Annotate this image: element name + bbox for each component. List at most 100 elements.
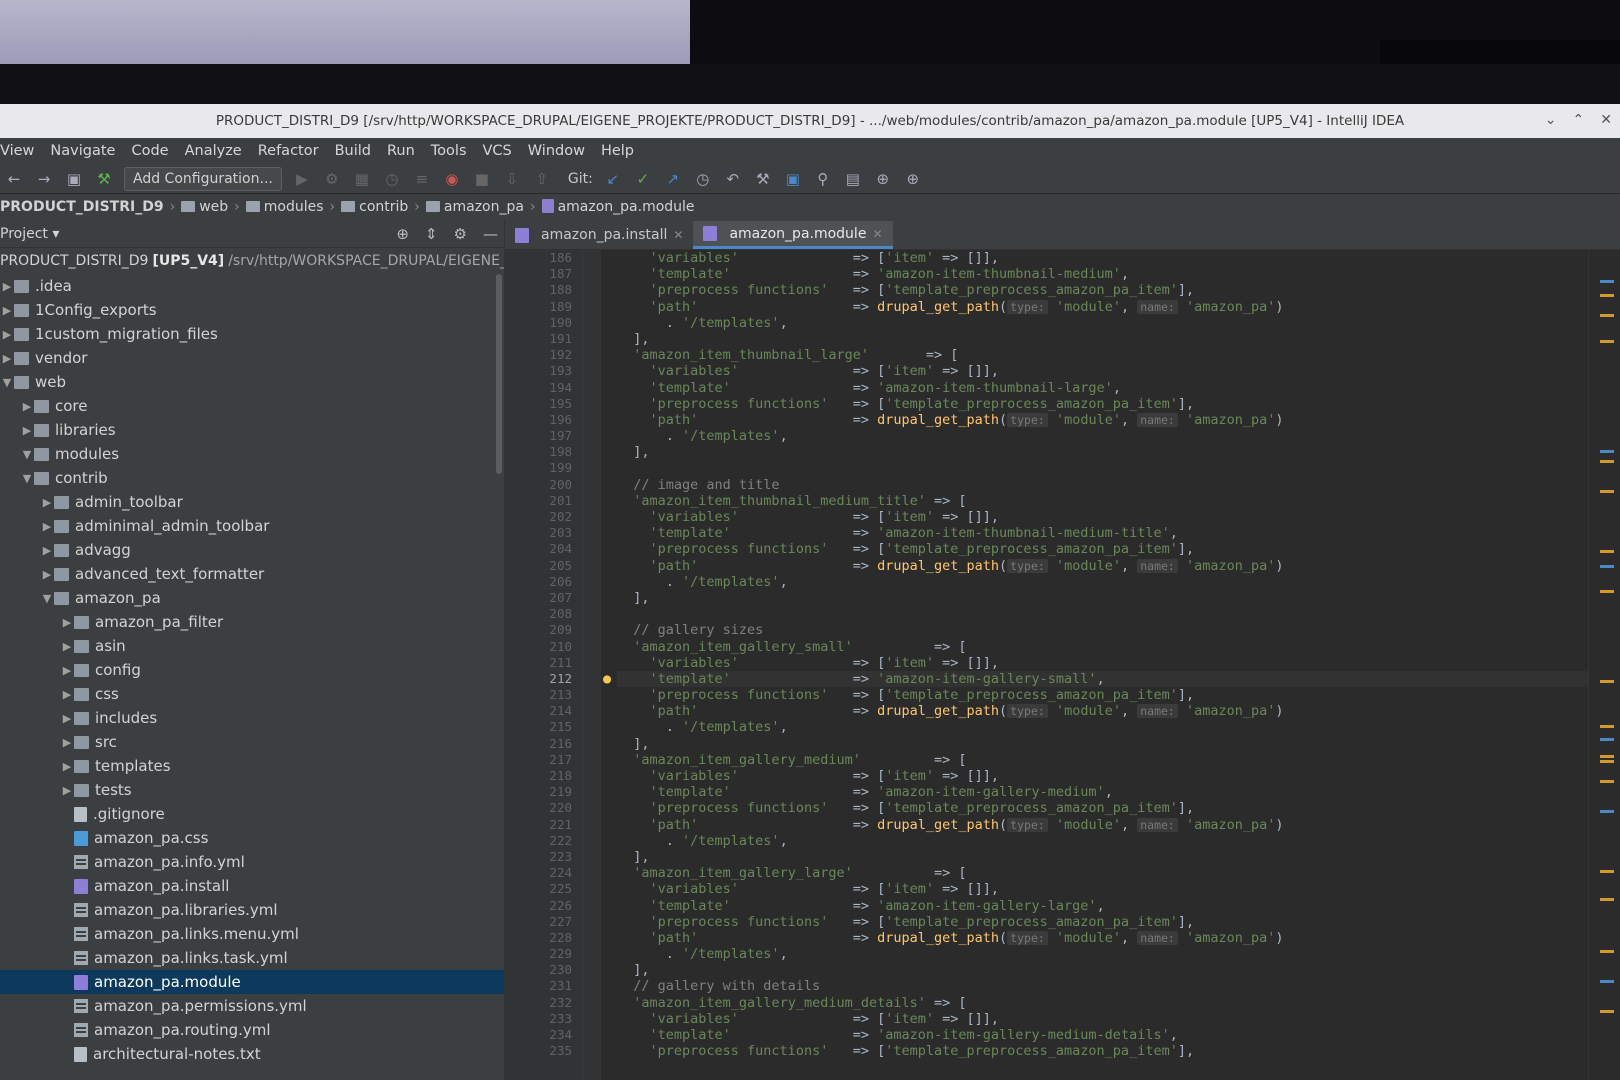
intention-bulb-icon[interactable]: ● xyxy=(603,671,611,687)
editor-tab[interactable]: amazon_pa.install ✕ xyxy=(505,221,693,249)
tree-item[interactable]: ▶ templates xyxy=(0,754,504,778)
menu-window[interactable]: Window xyxy=(528,143,585,159)
error-stripe-marker[interactable] xyxy=(1600,294,1614,297)
run-concurrent-icon[interactable]: ≡ xyxy=(412,169,432,189)
debug-icon[interactable]: ⚙ xyxy=(322,169,342,189)
tree-item[interactable]: ▶ src xyxy=(0,730,504,754)
tree-item[interactable]: ▶ asin xyxy=(0,634,504,658)
tree-item[interactable]: ▶ libraries xyxy=(0,418,504,442)
error-stripe-marker[interactable] xyxy=(1600,565,1614,568)
search-icon[interactable]: ⚲ xyxy=(813,169,833,189)
stop-icon[interactable]: ■ xyxy=(472,169,492,189)
menu-analyze[interactable]: Analyze xyxy=(185,143,242,159)
tree-item[interactable]: ▶ core xyxy=(0,394,504,418)
collapsed-arrow-icon[interactable]: ▶ xyxy=(40,568,54,581)
collapsed-arrow-icon[interactable]: ▶ xyxy=(20,400,34,413)
tree-item[interactable]: ▶ includes xyxy=(0,706,504,730)
upload-icon[interactable]: ⇧ xyxy=(532,169,552,189)
expanded-arrow-icon[interactable]: ▼ xyxy=(20,472,34,485)
error-stripe-marker[interactable] xyxy=(1600,950,1614,953)
gear-icon[interactable]: ⚙ xyxy=(454,225,467,243)
menu-vcs[interactable]: VCS xyxy=(483,143,512,159)
tree-item[interactable]: amazon_pa.libraries.yml xyxy=(0,898,504,922)
breadcrumb-item[interactable]: modules xyxy=(245,199,324,215)
breadcrumb-item[interactable]: contrib xyxy=(341,199,408,215)
profile-icon[interactable]: ◷ xyxy=(382,169,402,189)
error-stripe-marker[interactable] xyxy=(1600,1010,1614,1013)
coverage-icon[interactable]: ▦ xyxy=(352,169,372,189)
breadcrumb-item[interactable]: web xyxy=(181,199,228,215)
git-commit-icon[interactable]: ✓ xyxy=(633,169,653,189)
git-push-icon[interactable]: ↗ xyxy=(663,169,683,189)
download-icon[interactable]: ⇩ xyxy=(502,169,522,189)
collapsed-arrow-icon[interactable]: ▶ xyxy=(60,712,74,725)
collapsed-arrow-icon[interactable]: ▶ xyxy=(60,616,74,629)
breadcrumb-item[interactable]: PRODUCT_DISTRI_D9 xyxy=(0,199,164,215)
error-stripe-marker[interactable] xyxy=(1600,780,1614,783)
error-stripe-marker[interactable] xyxy=(1600,680,1614,683)
tree-item[interactable]: ▶ amazon_pa_filter xyxy=(0,610,504,634)
tree-item[interactable]: ▼ amazon_pa xyxy=(0,586,504,610)
error-stripe-marker[interactable] xyxy=(1600,810,1614,813)
tree-item[interactable]: amazon_pa.links.task.yml xyxy=(0,946,504,970)
tree-item[interactable]: ▼ web xyxy=(0,370,504,394)
error-stripe-marker[interactable] xyxy=(1600,460,1614,463)
menu-build[interactable]: Build xyxy=(335,143,371,159)
project-folder-icon[interactable]: ▣ xyxy=(783,169,803,189)
breadcrumb-item[interactable]: amazon_pa.module xyxy=(541,199,695,215)
tasks-icon[interactable]: ▤ xyxy=(843,169,863,189)
menu-tools[interactable]: Tools xyxy=(431,143,467,159)
tree-item[interactable]: ▶ vendor xyxy=(0,346,504,370)
tree-item[interactable]: architectural-notes.txt xyxy=(0,1042,504,1066)
tree-item[interactable]: amazon_pa.links.menu.yml xyxy=(0,922,504,946)
tree-item[interactable]: ▶ .idea xyxy=(0,274,504,298)
tree-item[interactable]: ▶ admin_toolbar xyxy=(0,490,504,514)
menu-view[interactable]: View xyxy=(0,143,34,159)
project-structure-icon[interactable]: ▣ xyxy=(64,169,84,189)
tree-item[interactable]: ▶ css xyxy=(0,682,504,706)
tree-item[interactable]: amazon_pa.install xyxy=(0,874,504,898)
collapse-all-icon[interactable]: ⇕ xyxy=(425,225,438,243)
collapsed-arrow-icon[interactable]: ▶ xyxy=(40,544,54,557)
close-tab-icon[interactable]: ✕ xyxy=(673,228,683,242)
build-hammer-icon[interactable]: ⚒ xyxy=(94,169,114,189)
tree-item[interactable]: ▶ 1Config_exports xyxy=(0,298,504,322)
collapsed-arrow-icon[interactable]: ▶ xyxy=(60,640,74,653)
error-stripe-marker[interactable] xyxy=(1600,590,1614,593)
locate-icon[interactable]: ⊕ xyxy=(396,225,409,243)
tree-item[interactable]: ▼ modules xyxy=(0,442,504,466)
error-stripe-marker[interactable] xyxy=(1600,550,1614,553)
expanded-arrow-icon[interactable]: ▼ xyxy=(0,376,14,389)
close-icon[interactable]: ✕ xyxy=(1600,112,1612,128)
crosshair-icon[interactable]: ⊕ xyxy=(903,169,923,189)
hide-icon[interactable]: — xyxy=(483,225,498,243)
breadcrumb-item[interactable]: amazon_pa xyxy=(425,199,524,215)
tree-item[interactable]: ▶ advagg xyxy=(0,538,504,562)
settings-wrench-icon[interactable]: ⚒ xyxy=(753,169,773,189)
error-stripe-marker[interactable] xyxy=(1600,738,1614,741)
error-stripe-marker[interactable] xyxy=(1600,340,1614,343)
tree-item[interactable]: ▼ contrib xyxy=(0,466,504,490)
error-stripe-marker[interactable] xyxy=(1600,760,1614,763)
error-stripe-marker[interactable] xyxy=(1600,314,1614,317)
close-tab-icon[interactable]: ✕ xyxy=(872,227,882,241)
project-scrollbar[interactable] xyxy=(496,274,502,474)
menu-code[interactable]: Code xyxy=(131,143,168,159)
run-icon[interactable]: ▶ xyxy=(292,169,312,189)
error-stripe-marker[interactable] xyxy=(1600,450,1614,453)
collapsed-arrow-icon[interactable]: ▶ xyxy=(40,520,54,533)
tree-item[interactable]: ▶ 1custom_migration_files xyxy=(0,322,504,346)
tree-item[interactable]: amazon_pa.permissions.yml xyxy=(0,994,504,1018)
collapsed-arrow-icon[interactable]: ▶ xyxy=(60,736,74,749)
menu-help[interactable]: Help xyxy=(601,143,634,159)
menu-run[interactable]: Run xyxy=(387,143,415,159)
tree-item[interactable]: amazon_pa.routing.yml xyxy=(0,1018,504,1042)
project-view-selector[interactable]: Project ▾ xyxy=(0,226,59,242)
editor-tab[interactable]: amazon_pa.module ✕ xyxy=(693,221,893,249)
expanded-arrow-icon[interactable]: ▼ xyxy=(20,448,34,461)
project-root[interactable]: PRODUCT_DISTRI_D9 [UP5_V4] /srv/http/WOR… xyxy=(0,248,504,274)
crosshair-icon[interactable]: ⊕ xyxy=(873,169,893,189)
maximize-icon[interactable]: ⌃ xyxy=(1573,112,1585,128)
tree-item[interactable]: .gitignore xyxy=(0,802,504,826)
error-stripe-marker[interactable] xyxy=(1600,898,1614,901)
